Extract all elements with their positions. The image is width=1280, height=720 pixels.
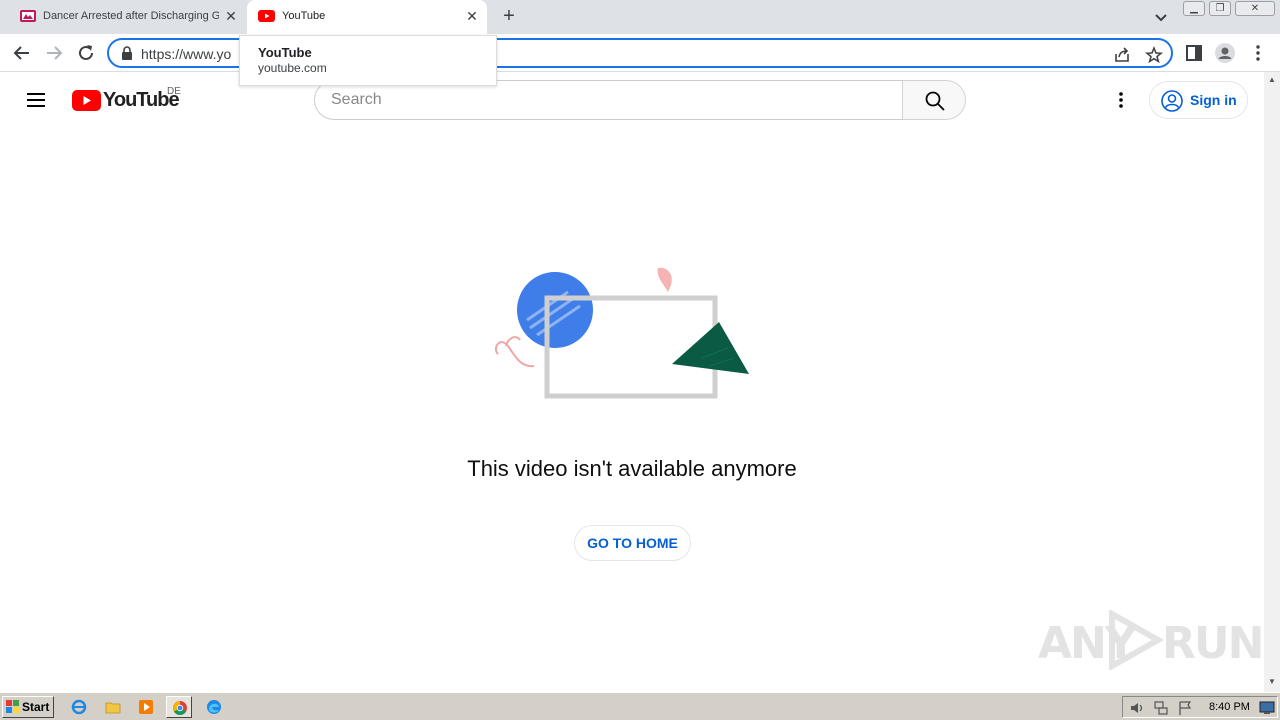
show-desktop-icon[interactable] [1259, 701, 1275, 715]
volume-icon[interactable] [1129, 700, 1145, 716]
hamburger-menu-icon[interactable] [24, 88, 48, 112]
close-window-button[interactable]: ✕ [1235, 1, 1275, 16]
scroll-down-arrow-icon[interactable]: ▼ [1268, 677, 1276, 686]
search-button[interactable] [902, 80, 966, 120]
new-tab-button[interactable]: + [499, 6, 519, 26]
edge-icon [207, 700, 221, 714]
scroll-up-arrow-icon[interactable]: ▲ [1268, 75, 1276, 84]
taskbar-explorer[interactable] [100, 696, 126, 718]
search-input[interactable] [331, 90, 871, 110]
settings-kebab-icon[interactable] [1109, 88, 1133, 112]
profile-avatar-icon[interactable] [1215, 43, 1235, 63]
action-center-flag-icon[interactable] [1177, 700, 1193, 716]
tab-strip: Dancer Arrested after Discharging G ✕ Yo… [0, 0, 1280, 34]
taskbar-chrome[interactable] [166, 696, 192, 718]
watermark-play-logo-icon [1109, 610, 1164, 670]
minimize-window-button[interactable]: ▁ [1183, 1, 1205, 16]
youtube-favicon-icon [258, 10, 275, 22]
account-circle-icon [1161, 90, 1183, 112]
sign-in-button[interactable]: Sign in [1149, 81, 1248, 119]
search-box[interactable] [314, 80, 903, 120]
windows-taskbar: Start 8:40 PM [0, 692, 1280, 720]
go-to-home-button[interactable]: GO TO HOME [574, 525, 691, 561]
forward-arrow-icon[interactable] [43, 42, 65, 64]
hover-card-domain: youtube.com [258, 61, 327, 75]
taskbar-edge[interactable] [201, 696, 227, 718]
tab-dancer-arrested[interactable]: Dancer Arrested after Discharging G ✕ [8, 0, 246, 34]
back-arrow-icon[interactable] [11, 42, 33, 64]
restore-window-button[interactable]: ❐ [1209, 1, 1231, 16]
anyrun-watermark: ANY RUN [1038, 610, 1264, 672]
page-scrollbar[interactable]: ▲ ▼ [1264, 72, 1280, 692]
error-message: This video isn't available anymore [467, 456, 797, 481]
news-site-favicon-icon [20, 10, 36, 22]
url-text[interactable]: https://www.yo [141, 46, 231, 62]
network-icon[interactable] [1153, 700, 1169, 716]
share-icon[interactable] [1113, 46, 1131, 64]
taskbar-ie[interactable] [66, 696, 92, 718]
taskbar-media-player[interactable] [133, 696, 159, 718]
tab-title: Dancer Arrested after Discharging G [43, 10, 219, 22]
tab-hover-card: YouTube youtube.com [239, 35, 497, 86]
browser-toolbar: https://www.yo [0, 34, 1280, 72]
hover-card-title: YouTube [258, 45, 312, 60]
unavailable-video-illustration [494, 267, 749, 399]
country-code: DE [167, 86, 181, 97]
youtube-masthead: YouTube DE Sign in [0, 72, 1264, 128]
close-tab-icon[interactable]: ✕ [465, 9, 479, 23]
start-label: Start [22, 700, 50, 714]
tab-search-chevron-icon[interactable] [1152, 8, 1170, 26]
chrome-menu-icon[interactable] [1248, 43, 1268, 63]
watermark-text-right: RUN [1162, 618, 1264, 669]
lock-icon[interactable] [121, 46, 133, 60]
windows-flag-icon [6, 700, 19, 713]
taskbar-clock[interactable]: 8:40 PM [1209, 701, 1250, 713]
tab-title: YouTube [282, 10, 326, 22]
folder-icon [105, 702, 121, 714]
youtube-play-logo-icon [72, 90, 101, 111]
youtube-logo[interactable]: YouTube [72, 89, 180, 111]
bookmark-star-icon[interactable] [1145, 46, 1163, 64]
media-player-icon [139, 700, 153, 714]
sign-in-label: Sign in [1190, 92, 1237, 108]
start-button[interactable]: Start [2, 696, 54, 718]
reload-icon[interactable] [75, 42, 97, 64]
search-icon [925, 91, 945, 111]
side-panel-icon[interactable] [1184, 43, 1204, 63]
close-tab-icon[interactable]: ✕ [224, 9, 238, 23]
tab-youtube[interactable]: YouTube ✕ [247, 0, 487, 34]
system-tray: 8:40 PM [1122, 696, 1278, 718]
internet-explorer-icon [71, 699, 87, 715]
chrome-icon [173, 701, 187, 715]
